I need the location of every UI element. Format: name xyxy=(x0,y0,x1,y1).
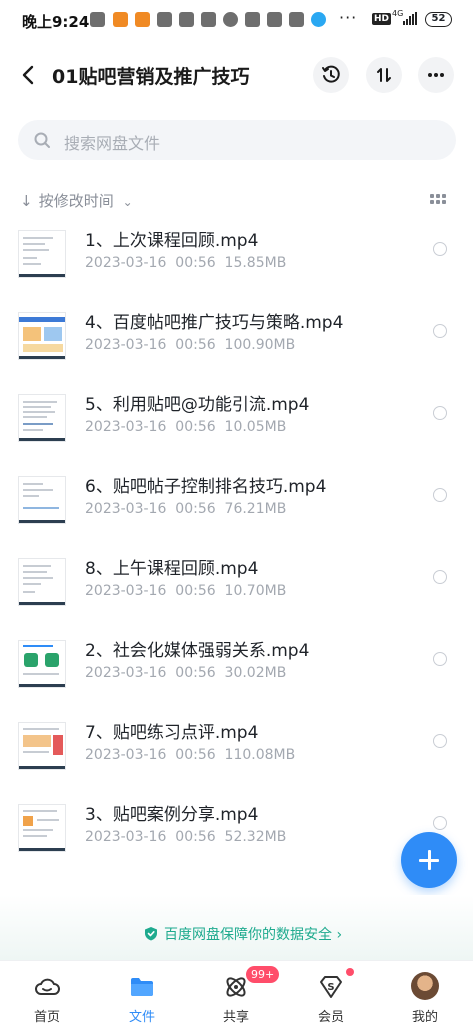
security-text: 百度网盘保障你的数据安全 xyxy=(164,927,332,943)
file-name: 6、贴吧帖子控制排名技巧.mp4 xyxy=(85,477,327,497)
back-button[interactable] xyxy=(14,60,44,90)
sort-down-arrow-icon: ↓ xyxy=(20,192,33,210)
status-bar: 晚上9:24 ··· HD 4G 52 xyxy=(0,0,473,40)
file-meta: 2023-03-16 00:56 76.21MB xyxy=(85,501,287,517)
bottom-nav: 首页 文件 共享 S 会员 我的 xyxy=(0,960,473,1025)
video-thumbnail xyxy=(18,312,66,360)
tab-mine-label: 我的 xyxy=(411,1010,438,1025)
video-thumbnail xyxy=(18,230,66,278)
search-input[interactable]: 搜索网盘文件 xyxy=(18,120,456,160)
chevron-right-icon: › xyxy=(336,927,343,943)
file-name: 7、贴吧练习点评.mp4 xyxy=(85,723,259,743)
home-cloud-icon xyxy=(35,978,60,995)
sort-transfer-button[interactable] xyxy=(366,57,402,93)
file-meta: 2023-03-16 00:56 110.08MB xyxy=(85,747,296,763)
video-thumbnail xyxy=(18,476,66,524)
file-meta: 2023-03-16 00:56 10.05MB xyxy=(85,419,287,435)
select-checkbox[interactable] xyxy=(433,570,447,584)
check-icon xyxy=(223,12,238,27)
file-name: 4、百度帖吧推广技巧与策略.mp4 xyxy=(85,313,344,333)
tab-files[interactable]: 文件 xyxy=(102,961,182,1025)
folder-icon xyxy=(131,978,153,996)
video-thumbnail xyxy=(18,394,66,442)
avatar[interactable] xyxy=(411,972,439,1000)
app-notification-icon xyxy=(179,12,194,27)
tab-member[interactable]: S 会员 xyxy=(291,961,371,1025)
search-icon xyxy=(34,132,50,148)
tab-files-label: 文件 xyxy=(128,1010,155,1025)
select-checkbox[interactable] xyxy=(433,242,447,256)
sort-by-modified-time[interactable]: ↓ 按修改时间 ⌄ xyxy=(20,190,133,210)
file-item[interactable]: 3、贴吧案例分享.mp4 2023-03-16 00:56 52.32MB xyxy=(0,804,473,886)
search-placeholder: 搜索网盘文件 xyxy=(64,134,161,153)
hd-icon: HD xyxy=(372,13,392,25)
file-item[interactable]: 1、上次课程回顾.mp4 2023-03-16 00:56 15.85MB xyxy=(0,230,473,312)
add-fab-button[interactable] xyxy=(401,832,457,888)
more-status-icon: ··· xyxy=(339,8,358,27)
history-button[interactable] xyxy=(313,57,349,93)
back-arrow-icon xyxy=(22,65,34,85)
baidu-paw-icon xyxy=(289,12,304,27)
select-checkbox[interactable] xyxy=(433,324,447,338)
app-notification-icon xyxy=(113,12,128,27)
file-meta: 2023-03-16 00:56 15.85MB xyxy=(85,255,287,271)
shield-icon xyxy=(145,927,157,941)
status-time: 晚上9:24 xyxy=(22,13,90,31)
tab-home-label: 首页 xyxy=(33,1010,60,1025)
select-checkbox[interactable] xyxy=(433,406,447,420)
grid-view-toggle[interactable] xyxy=(430,192,448,206)
member-icon: S xyxy=(320,976,342,998)
app-notification-icon xyxy=(135,12,150,27)
file-item[interactable]: 8、上午课程回顾.mp4 2023-03-16 00:56 10.70MB xyxy=(0,558,473,640)
member-notification-dot xyxy=(346,968,354,976)
more-button[interactable] xyxy=(418,57,454,93)
file-item[interactable]: 2、社会化媒体强弱关系.mp4 2023-03-16 00:56 30.02MB xyxy=(0,640,473,722)
tab-member-label: 会员 xyxy=(317,1010,344,1025)
security-banner-link[interactable]: 百度网盘保障你的数据安全 › xyxy=(144,924,342,944)
network-type: 4G xyxy=(392,9,404,18)
file-meta: 2023-03-16 00:56 10.70MB xyxy=(85,583,287,599)
sort-arrows-icon xyxy=(377,68,391,82)
file-meta: 2023-03-16 00:56 52.32MB xyxy=(85,829,287,845)
video-thumbnail xyxy=(18,640,66,688)
app-notification-icon xyxy=(311,12,326,27)
app-notification-icon xyxy=(157,12,172,27)
svg-text:S: S xyxy=(327,982,334,993)
chevron-down-icon: ⌄ xyxy=(122,195,133,209)
file-item[interactable]: 4、百度帖吧推广技巧与策略.mp4 2023-03-16 00:56 100.9… xyxy=(0,312,473,394)
file-item[interactable]: 5、利用贴吧@功能引流.mp4 2023-03-16 00:56 10.05MB xyxy=(0,394,473,476)
message-icon xyxy=(90,12,105,27)
video-thumbnail xyxy=(18,558,66,606)
video-thumbnail xyxy=(18,722,66,770)
select-checkbox[interactable] xyxy=(433,816,447,830)
video-thumbnail xyxy=(18,804,66,852)
file-name: 2、社会化媒体强弱关系.mp4 xyxy=(85,641,310,661)
select-checkbox[interactable] xyxy=(433,488,447,502)
app-notification-icon xyxy=(201,12,216,27)
tab-share-label: 共享 xyxy=(222,1010,249,1025)
select-checkbox[interactable] xyxy=(433,652,447,666)
file-meta: 2023-03-16 00:56 30.02MB xyxy=(85,665,287,681)
file-name: 8、上午课程回顾.mp4 xyxy=(85,559,259,579)
baidu-paw-icon xyxy=(267,12,282,27)
file-name: 3、贴吧案例分享.mp4 xyxy=(85,805,259,825)
file-item[interactable]: 6、贴吧帖子控制排名技巧.mp4 2023-03-16 00:56 76.21M… xyxy=(0,476,473,558)
baidu-paw-icon xyxy=(245,12,260,27)
file-name: 5、利用贴吧@功能引流.mp4 xyxy=(85,395,310,415)
file-name: 1、上次课程回顾.mp4 xyxy=(85,231,259,251)
file-item[interactable]: 7、贴吧练习点评.mp4 2023-03-16 00:56 110.08MB xyxy=(0,722,473,804)
history-clock-icon xyxy=(322,65,340,83)
battery-icon: 52 xyxy=(425,12,452,27)
select-checkbox[interactable] xyxy=(433,734,447,748)
more-dots-icon xyxy=(428,73,444,77)
share-badge: 99+ xyxy=(246,966,280,983)
sort-label: 按修改时间 xyxy=(38,192,114,210)
file-meta: 2023-03-16 00:56 100.90MB xyxy=(85,337,296,353)
tab-home[interactable]: 首页 xyxy=(7,961,87,1025)
page-title: 01贴吧营销及推广技巧 xyxy=(52,66,250,88)
signal-icon xyxy=(403,12,417,25)
